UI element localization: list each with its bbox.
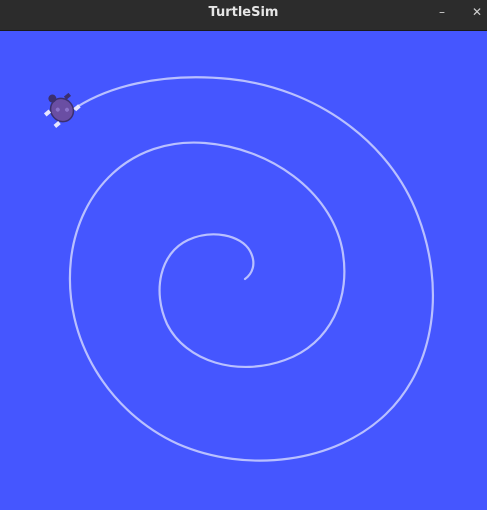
canvas-drawing xyxy=(43,76,434,462)
close-icon[interactable]: ✕ xyxy=(466,2,487,22)
window-title: TurtleSim xyxy=(208,5,279,20)
turtlesim-window: TurtleSim – ✕ xyxy=(0,0,487,510)
spiral-trail xyxy=(68,76,434,462)
turtle-canvas xyxy=(0,31,487,510)
title-bar[interactable]: TurtleSim – ✕ xyxy=(0,0,487,31)
minimize-icon[interactable]: – xyxy=(431,2,453,22)
turtle-icon xyxy=(43,92,81,128)
